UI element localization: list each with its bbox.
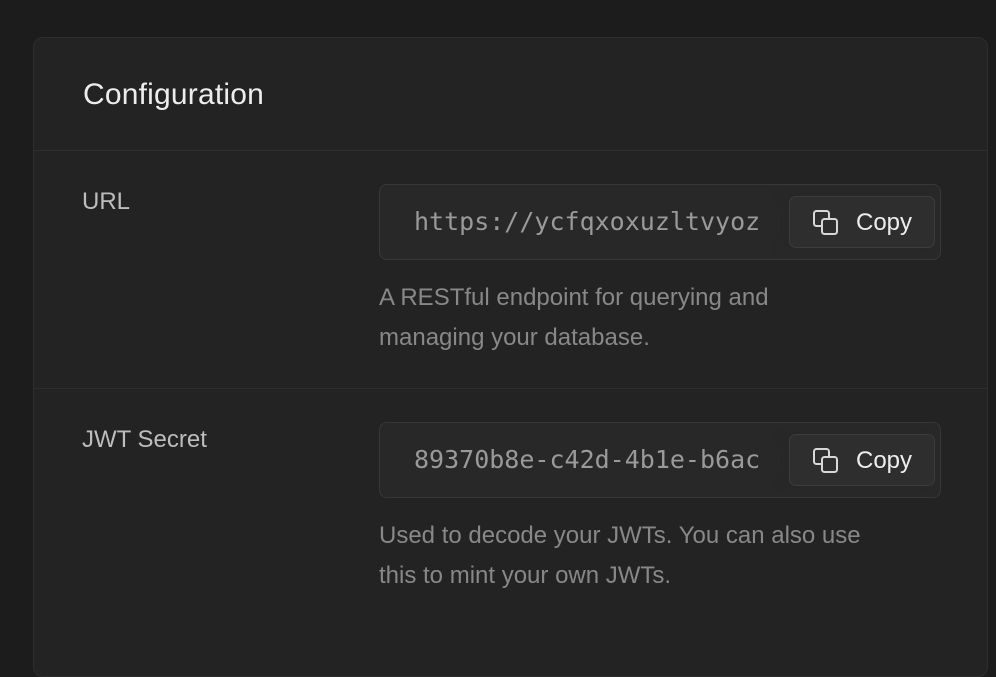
jwt-help-line: this to mint your own JWTs. [379,562,672,589]
url-label: URL [82,188,131,215]
copy-url-button[interactable]: Copy [789,196,935,248]
copy-url-label: Copy [856,209,913,236]
copy-icon [813,210,838,235]
url-help-text: A RESTful endpoint for querying and mana… [379,278,959,358]
copy-icon [813,448,838,473]
copy-jwt-secret-button[interactable]: Copy [789,434,935,486]
url-help-line: A RESTful endpoint for querying and [379,284,769,311]
jwt-secret-row: JWT Secret 89370b8e-c42d-4b1e-b6ac Copy … [34,389,987,676]
panel-title: Configuration [83,78,265,111]
url-value[interactable]: https://ycfqxoxuzltvyoz [414,207,760,236]
url-help-line: managing your database. [379,324,650,351]
copy-jwt-secret-label: Copy [856,447,913,474]
panel-header: Configuration [34,38,987,151]
url-field[interactable]: https://ycfqxoxuzltvyoz Copy [379,184,941,260]
configuration-panel: Configuration URL https://ycfqxoxuzltvyo… [33,37,988,677]
jwt-secret-value[interactable]: 89370b8e-c42d-4b1e-b6ac [414,445,760,474]
jwt-help-line: Used to decode your JWTs. You can also u… [379,522,861,549]
jwt-secret-help-text: Used to decode your JWTs. You can also u… [379,516,959,596]
jwt-secret-label: JWT Secret [82,426,207,453]
url-row: URL https://ycfqxoxuzltvyoz Copy A RESTf… [34,151,987,389]
jwt-secret-field[interactable]: 89370b8e-c42d-4b1e-b6ac Copy [379,422,941,498]
